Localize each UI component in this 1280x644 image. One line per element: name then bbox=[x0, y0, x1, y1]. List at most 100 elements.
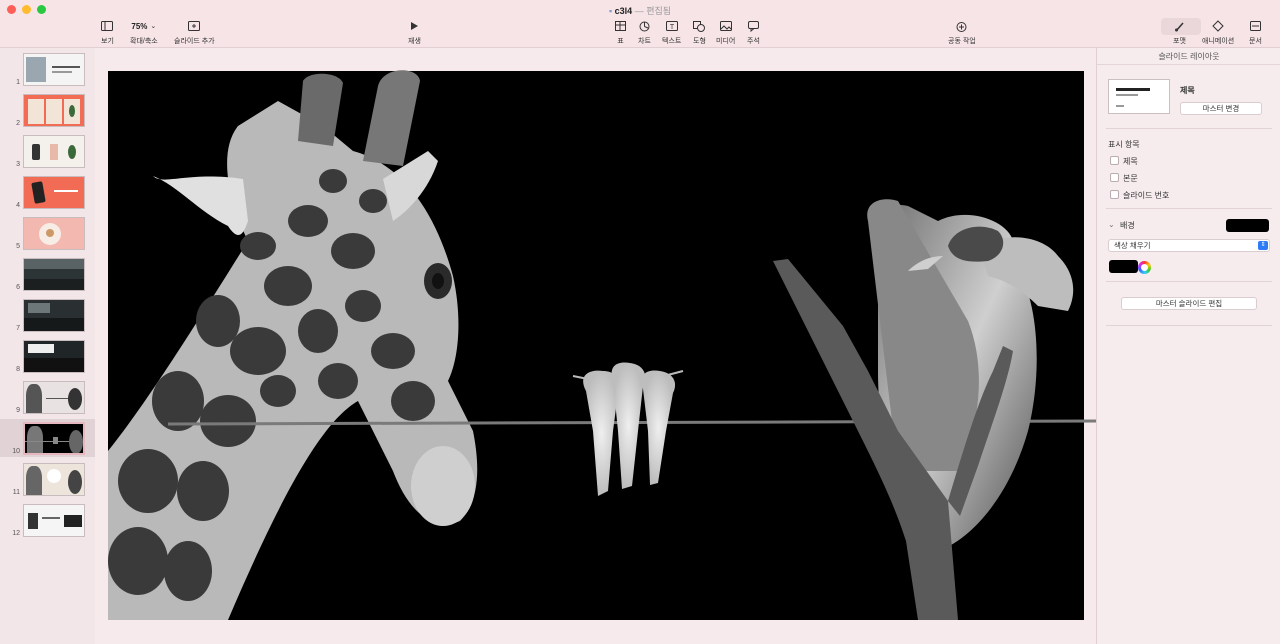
sidebar-icon bbox=[101, 20, 114, 32]
slide-thumbnail[interactable] bbox=[23, 135, 85, 168]
slide-thumbnail[interactable] bbox=[23, 176, 85, 209]
slide-thumbnail[interactable] bbox=[23, 217, 85, 250]
animate-icon bbox=[1212, 20, 1224, 32]
document-name: c3l4 bbox=[614, 6, 633, 16]
play-button[interactable]: 재생 bbox=[408, 20, 421, 46]
display-heading: 표시 항목 bbox=[1108, 140, 1140, 149]
slide-thumbnail-row[interactable]: 7 bbox=[0, 296, 95, 334]
text-box-icon: T bbox=[665, 20, 678, 32]
add-slide-button[interactable]: 슬라이드 추가 bbox=[174, 20, 215, 46]
slide-thumbnail-row[interactable]: 4 bbox=[0, 173, 95, 211]
slide-thumbnail-row[interactable]: 5 bbox=[0, 214, 95, 252]
slide-number-checkbox[interactable] bbox=[1110, 190, 1119, 199]
layout-name: 제목 bbox=[1180, 86, 1195, 95]
slide-number: 12 bbox=[12, 530, 20, 537]
view-button[interactable]: 보기 bbox=[101, 20, 114, 46]
inspector-header: 슬라이드 레이아웃 bbox=[1097, 48, 1280, 65]
slide-10-content[interactable] bbox=[108, 70, 1099, 620]
slide-number: 7 bbox=[16, 325, 20, 332]
slide-thumbnail-row[interactable]: 1 bbox=[0, 50, 95, 88]
master-layout-thumbnail[interactable] bbox=[1108, 79, 1170, 114]
slide-thumbnail-row-selected[interactable]: 10 bbox=[0, 419, 95, 457]
slide-number: 6 bbox=[16, 284, 20, 291]
change-master-button[interactable]: 마스터 변경 bbox=[1180, 102, 1262, 115]
background-color-swatch[interactable] bbox=[1226, 219, 1269, 232]
slide-thumbnail[interactable] bbox=[23, 381, 85, 414]
slide-number-option-label: 슬라이드 번호 bbox=[1123, 191, 1170, 200]
chevron-down-icon: ⌄ bbox=[150, 23, 157, 30]
comment-button[interactable]: 주석 bbox=[747, 20, 760, 46]
comment-label: 주석 bbox=[747, 38, 760, 45]
edit-master-slide-button[interactable]: 마스터 슬라이드 편집 bbox=[1121, 297, 1257, 310]
color-wheel-icon[interactable] bbox=[1138, 261, 1151, 274]
slide-thumbnail-row[interactable]: 12 bbox=[0, 501, 95, 539]
slide-number: 1 bbox=[16, 79, 20, 86]
divider bbox=[1106, 128, 1272, 129]
title-checkbox[interactable] bbox=[1110, 156, 1119, 165]
document-button[interactable]: 문서 bbox=[1249, 20, 1262, 46]
document-icon bbox=[1249, 20, 1261, 32]
document-title: ▪ c3l4 — 편집됨 bbox=[0, 4, 1280, 17]
slide-thumbnail-row[interactable]: 3 bbox=[0, 132, 95, 170]
media-button[interactable]: 미디어 bbox=[716, 20, 735, 46]
svg-text:T: T bbox=[670, 24, 675, 31]
title-separator: — bbox=[634, 6, 644, 16]
format-label: 포맷 bbox=[1173, 38, 1186, 45]
divider bbox=[1106, 208, 1272, 209]
slide-number: 5 bbox=[16, 243, 20, 250]
slide-thumbnail[interactable] bbox=[23, 53, 85, 86]
slide-number: 2 bbox=[16, 120, 20, 127]
inspector-panel: 슬라이드 레이아웃 제목 마스터 변경 표시 항목 제목 본문 슬라이드 번호 … bbox=[1096, 48, 1280, 644]
collaborate-button[interactable]: 공동 작업 bbox=[948, 20, 976, 46]
slide-thumbnail-row[interactable]: 11 bbox=[0, 460, 95, 498]
add-slide-label: 슬라이드 추가 bbox=[174, 38, 215, 45]
fill-type-select[interactable]: 색상 채우기 ⇕ bbox=[1108, 239, 1270, 252]
slide-thumbnail-row[interactable]: 6 bbox=[0, 255, 95, 293]
body-option-label: 본문 bbox=[1123, 174, 1138, 183]
chart-icon bbox=[639, 20, 650, 32]
play-label: 재생 bbox=[408, 38, 421, 45]
add-slide-icon bbox=[188, 20, 201, 32]
slide-number: 4 bbox=[16, 202, 20, 209]
slide-navigator: 1 2 3 4 5 6 7 8 9 10 11 12 bbox=[0, 48, 95, 644]
fill-type-value: 색상 채우기 bbox=[1114, 241, 1151, 250]
chart-button[interactable]: 차트 bbox=[638, 20, 651, 46]
slide-thumbnail-row[interactable]: 9 bbox=[0, 378, 95, 416]
slide-thumbnail[interactable] bbox=[23, 422, 85, 455]
slide-number: 11 bbox=[12, 489, 20, 496]
slide-thumbnail-row[interactable]: 2 bbox=[0, 91, 95, 129]
slide-thumbnail[interactable] bbox=[23, 258, 85, 291]
collaborate-icon bbox=[955, 20, 968, 32]
document-icon: ▪ bbox=[608, 6, 613, 16]
select-arrows-icon: ⇕ bbox=[1258, 241, 1268, 250]
toolbar: ▪ c3l4 — 편집됨 보기 75% ⌄ 확대/축소 슬라이드 추가 재생 표 … bbox=[0, 0, 1280, 48]
slide-thumbnail[interactable] bbox=[23, 299, 85, 332]
zoom-control[interactable]: 75% ⌄ 확대/축소 bbox=[130, 20, 158, 46]
table-button[interactable]: 표 bbox=[615, 20, 626, 46]
document-label: 문서 bbox=[1249, 38, 1262, 45]
zoom-label: 확대/축소 bbox=[130, 38, 158, 45]
slide-thumbnail-row[interactable]: 8 bbox=[0, 337, 95, 375]
photo-icon bbox=[719, 20, 732, 32]
body-checkbox[interactable] bbox=[1110, 173, 1119, 182]
color-well[interactable] bbox=[1109, 260, 1138, 273]
format-button[interactable]: 포맷 bbox=[1173, 20, 1186, 46]
paintbrush-icon bbox=[1174, 20, 1185, 32]
slide-thumbnail[interactable] bbox=[23, 504, 85, 537]
media-label: 미디어 bbox=[716, 38, 736, 45]
slide-thumbnail[interactable] bbox=[23, 463, 85, 496]
text-button[interactable]: T 텍스트 bbox=[662, 20, 681, 46]
slide-number: 3 bbox=[16, 161, 20, 168]
zoom-value: 75% bbox=[131, 21, 148, 31]
document-status: 편집됨 bbox=[646, 6, 672, 16]
background-heading: 배경 bbox=[1120, 221, 1135, 230]
chevron-down-icon[interactable]: ⌄ bbox=[1108, 220, 1115, 229]
table-label: 표 bbox=[617, 38, 624, 45]
slide-thumbnail[interactable] bbox=[23, 340, 85, 373]
shape-button[interactable]: 도형 bbox=[693, 20, 706, 46]
text-label: 텍스트 bbox=[662, 38, 682, 45]
slide-photo bbox=[108, 70, 1099, 620]
slide-number: 10 bbox=[12, 448, 20, 455]
slide-thumbnail[interactable] bbox=[23, 94, 85, 127]
animate-button[interactable]: 애니메이션 bbox=[1202, 20, 1234, 46]
